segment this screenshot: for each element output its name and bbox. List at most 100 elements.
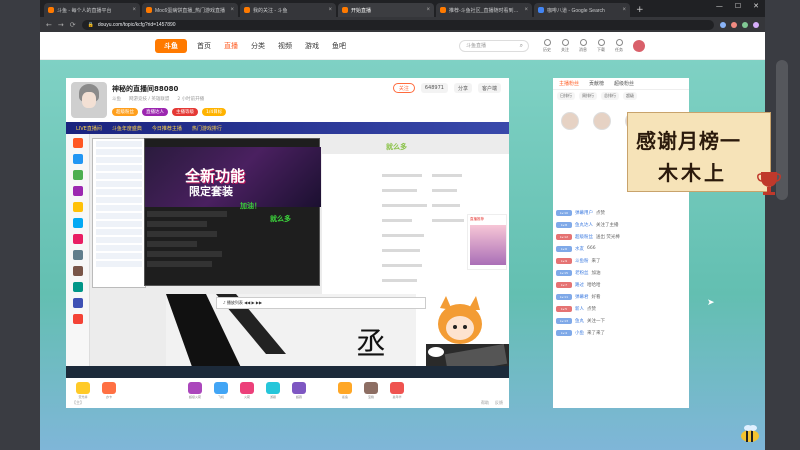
- avatar[interactable]: [561, 112, 579, 130]
- favicon-icon: [244, 7, 250, 13]
- chat-message[interactable]: Lv.4 小鱼 来了来了: [553, 328, 689, 337]
- minimize-button[interactable]: —: [716, 2, 723, 10]
- close-window-button[interactable]: ✕: [753, 2, 759, 10]
- close-tab-icon[interactable]: ×: [230, 7, 234, 13]
- chip-total[interactable]: 总排行: [601, 92, 619, 100]
- gift-item[interactable]: 宝箱: [362, 382, 380, 404]
- chat-message[interactable]: Lv.5 新人 点赞: [553, 304, 689, 313]
- browser-tab[interactable]: 咖啡八道 - Google Search ×: [534, 3, 630, 17]
- chip-day[interactable]: 日排行: [557, 92, 575, 100]
- chat-message[interactable]: Lv.8 鱼丸达人 关注了主播: [553, 220, 689, 229]
- google-icon: [538, 7, 544, 13]
- chat-message[interactable]: Lv.7 路过 哈哈哈: [553, 280, 689, 289]
- badge[interactable]: 超级粉丝: [112, 108, 138, 116]
- gift-bar-left-label: 【主】: [72, 400, 84, 405]
- room-meta: 斗鱼 网游竞技 / 英雄联盟 2 小时前开播: [112, 97, 205, 102]
- follow-button[interactable]: 关注: [392, 83, 415, 93]
- chat-message[interactable]: Lv.6 水友 666: [553, 244, 689, 253]
- gift-item[interactable]: 嘉年华: [388, 382, 406, 404]
- close-tab-icon[interactable]: ×: [426, 7, 430, 13]
- media-player-bar[interactable]: ♪ 播放列表 ◀◀ ▶ ▶▶: [216, 297, 426, 309]
- profile-icon[interactable]: [753, 21, 759, 28]
- client-button[interactable]: 客户端: [477, 83, 501, 93]
- tasks-button[interactable]: 任务: [615, 38, 623, 53]
- history-icon: [543, 38, 551, 46]
- download-icon: [597, 38, 605, 46]
- live-player-panel: 神秘的直播间88080 斗鱼 网游竞技 / 英雄联盟 2 小时前开播 超级粉丝 …: [66, 78, 509, 408]
- gift-item[interactable]: 游艇: [264, 382, 282, 404]
- nav-home[interactable]: 首页: [197, 41, 211, 51]
- follow-list-button[interactable]: 关注: [561, 38, 569, 53]
- browser-tab[interactable]: Moc6蛋病饼直播_热门游戏直播 ×: [142, 3, 238, 17]
- forward-icon[interactable]: →: [58, 21, 64, 29]
- gift-item[interactable]: 超级火箭: [186, 382, 204, 404]
- chat-message[interactable]: Lv.15 老粉丝 加油: [553, 268, 689, 277]
- badge[interactable]: 1/4目标: [202, 108, 227, 116]
- history-button[interactable]: 历史: [543, 38, 551, 53]
- feedback-link[interactable]: 反馈: [495, 400, 503, 406]
- video-stream[interactable]: LIVE直播间 斗鱼年度盛典 今日推荐主播 热门游戏排行 全新功能 限定套装 加…: [66, 122, 509, 378]
- chat-message[interactable]: Lv.13 鱼丸 关注一下: [553, 316, 689, 325]
- search-input[interactable]: 斗鱼直播 ⌕: [459, 39, 529, 52]
- video-top-strip: LIVE直播间 斗鱼年度盛典 今日推荐主播 热门游戏排行: [66, 122, 509, 134]
- badge[interactable]: 主播等级: [172, 108, 198, 116]
- new-tab-button[interactable]: +: [636, 5, 644, 15]
- chat-message[interactable]: Lv.11 弹幕君 好看: [553, 292, 689, 301]
- bee-icon: [741, 425, 759, 442]
- favicon-icon: [342, 7, 348, 13]
- header-icon-group: 历史 关注 消息 下载 任务: [543, 38, 623, 53]
- chat-message[interactable]: Lv.10 弹幕用户 点赞: [553, 208, 689, 217]
- chip-super[interactable]: 超级: [623, 92, 637, 100]
- captured-desktop: 全新功能 限定套装 加油！ 就么多 就么多 直播推荐 丞 ♪ 播放列表 ◀◀ ▶…: [66, 134, 509, 378]
- extension-icon[interactable]: [731, 21, 737, 28]
- extension-icon[interactable]: [742, 21, 748, 28]
- maximize-button[interactable]: ☐: [735, 2, 741, 10]
- gift-bar: 荧光棒 办卡 超级火箭 飞机 火箭 游艇 超跑 鲨鱼 宝箱 嘉年华 【主】 帮助…: [66, 378, 509, 408]
- search-icon[interactable]: ⌕: [520, 42, 523, 50]
- room-title: 神秘的直播间88080: [112, 85, 179, 93]
- gift-item[interactable]: 飞机: [212, 382, 230, 404]
- tab-contribution[interactable]: 贡献榜: [589, 80, 604, 87]
- download-button[interactable]: 下载: [597, 38, 605, 53]
- url-input[interactable]: 🔒 douyu.com/topic/kcfg?rid=1457890: [81, 19, 714, 30]
- nav-yuba[interactable]: 鱼吧: [332, 41, 346, 51]
- nav-live[interactable]: 直播: [224, 41, 238, 51]
- back-icon[interactable]: ←: [46, 21, 52, 29]
- nav-category[interactable]: 分类: [251, 41, 265, 51]
- browser-tab[interactable]: 我的关注 - 斗鱼 ×: [240, 3, 336, 17]
- close-tab-icon[interactable]: ×: [328, 7, 332, 13]
- close-tab-icon[interactable]: ×: [622, 7, 626, 13]
- chat-app-window: [92, 138, 146, 288]
- browser-tab[interactable]: 斗鱼 - 每个人的直播平台 ×: [44, 3, 140, 17]
- messages-button[interactable]: 消息: [579, 38, 587, 53]
- badge[interactable]: 直播达人: [142, 108, 168, 116]
- browser-tab-active[interactable]: 开始直播 ×: [338, 3, 434, 17]
- gift-item[interactable]: 火箭: [238, 382, 256, 404]
- gift-item[interactable]: 鲨鱼: [336, 382, 354, 404]
- right-dark-bar: [765, 0, 800, 450]
- close-tab-icon[interactable]: ×: [524, 7, 528, 13]
- help-link[interactable]: 帮助: [481, 400, 489, 406]
- nav-video[interactable]: 视频: [278, 41, 292, 51]
- tab-super-fans[interactable]: 超级粉丝: [614, 80, 634, 87]
- gift-item[interactable]: 办卡: [100, 382, 118, 404]
- favicon-icon: [48, 7, 54, 13]
- close-tab-icon[interactable]: ×: [132, 7, 136, 13]
- browser-tab[interactable]: 推荐-斗鱼社区_直播随时看到最新 ×: [436, 3, 532, 17]
- avatar[interactable]: [593, 112, 611, 130]
- chat-message[interactable]: Lv.12 超级粉丝 送出 荧光棒: [553, 232, 689, 241]
- tab-fans[interactable]: 主播粉丝: [559, 80, 579, 87]
- extension-icon[interactable]: [720, 21, 726, 28]
- nav-game[interactable]: 游戏: [305, 41, 319, 51]
- share-button[interactable]: 分享: [453, 83, 472, 93]
- chat-message[interactable]: Lv.9 斗鱼粉 来了: [553, 256, 689, 265]
- streamer-avatar[interactable]: [71, 82, 107, 118]
- chip-week[interactable]: 周排行: [579, 92, 597, 100]
- music-app-window: 全新功能 限定套装 加油！ 就么多: [144, 138, 321, 286]
- reload-icon[interactable]: ⟳: [70, 21, 76, 29]
- gift-item[interactable]: 超跑: [290, 382, 308, 404]
- douyu-logo[interactable]: 斗鱼: [155, 38, 187, 53]
- user-avatar[interactable]: [633, 39, 645, 52]
- svg-text:丞: 丞: [356, 327, 386, 362]
- promo-banner: 全新功能 限定套装: [145, 147, 321, 207]
